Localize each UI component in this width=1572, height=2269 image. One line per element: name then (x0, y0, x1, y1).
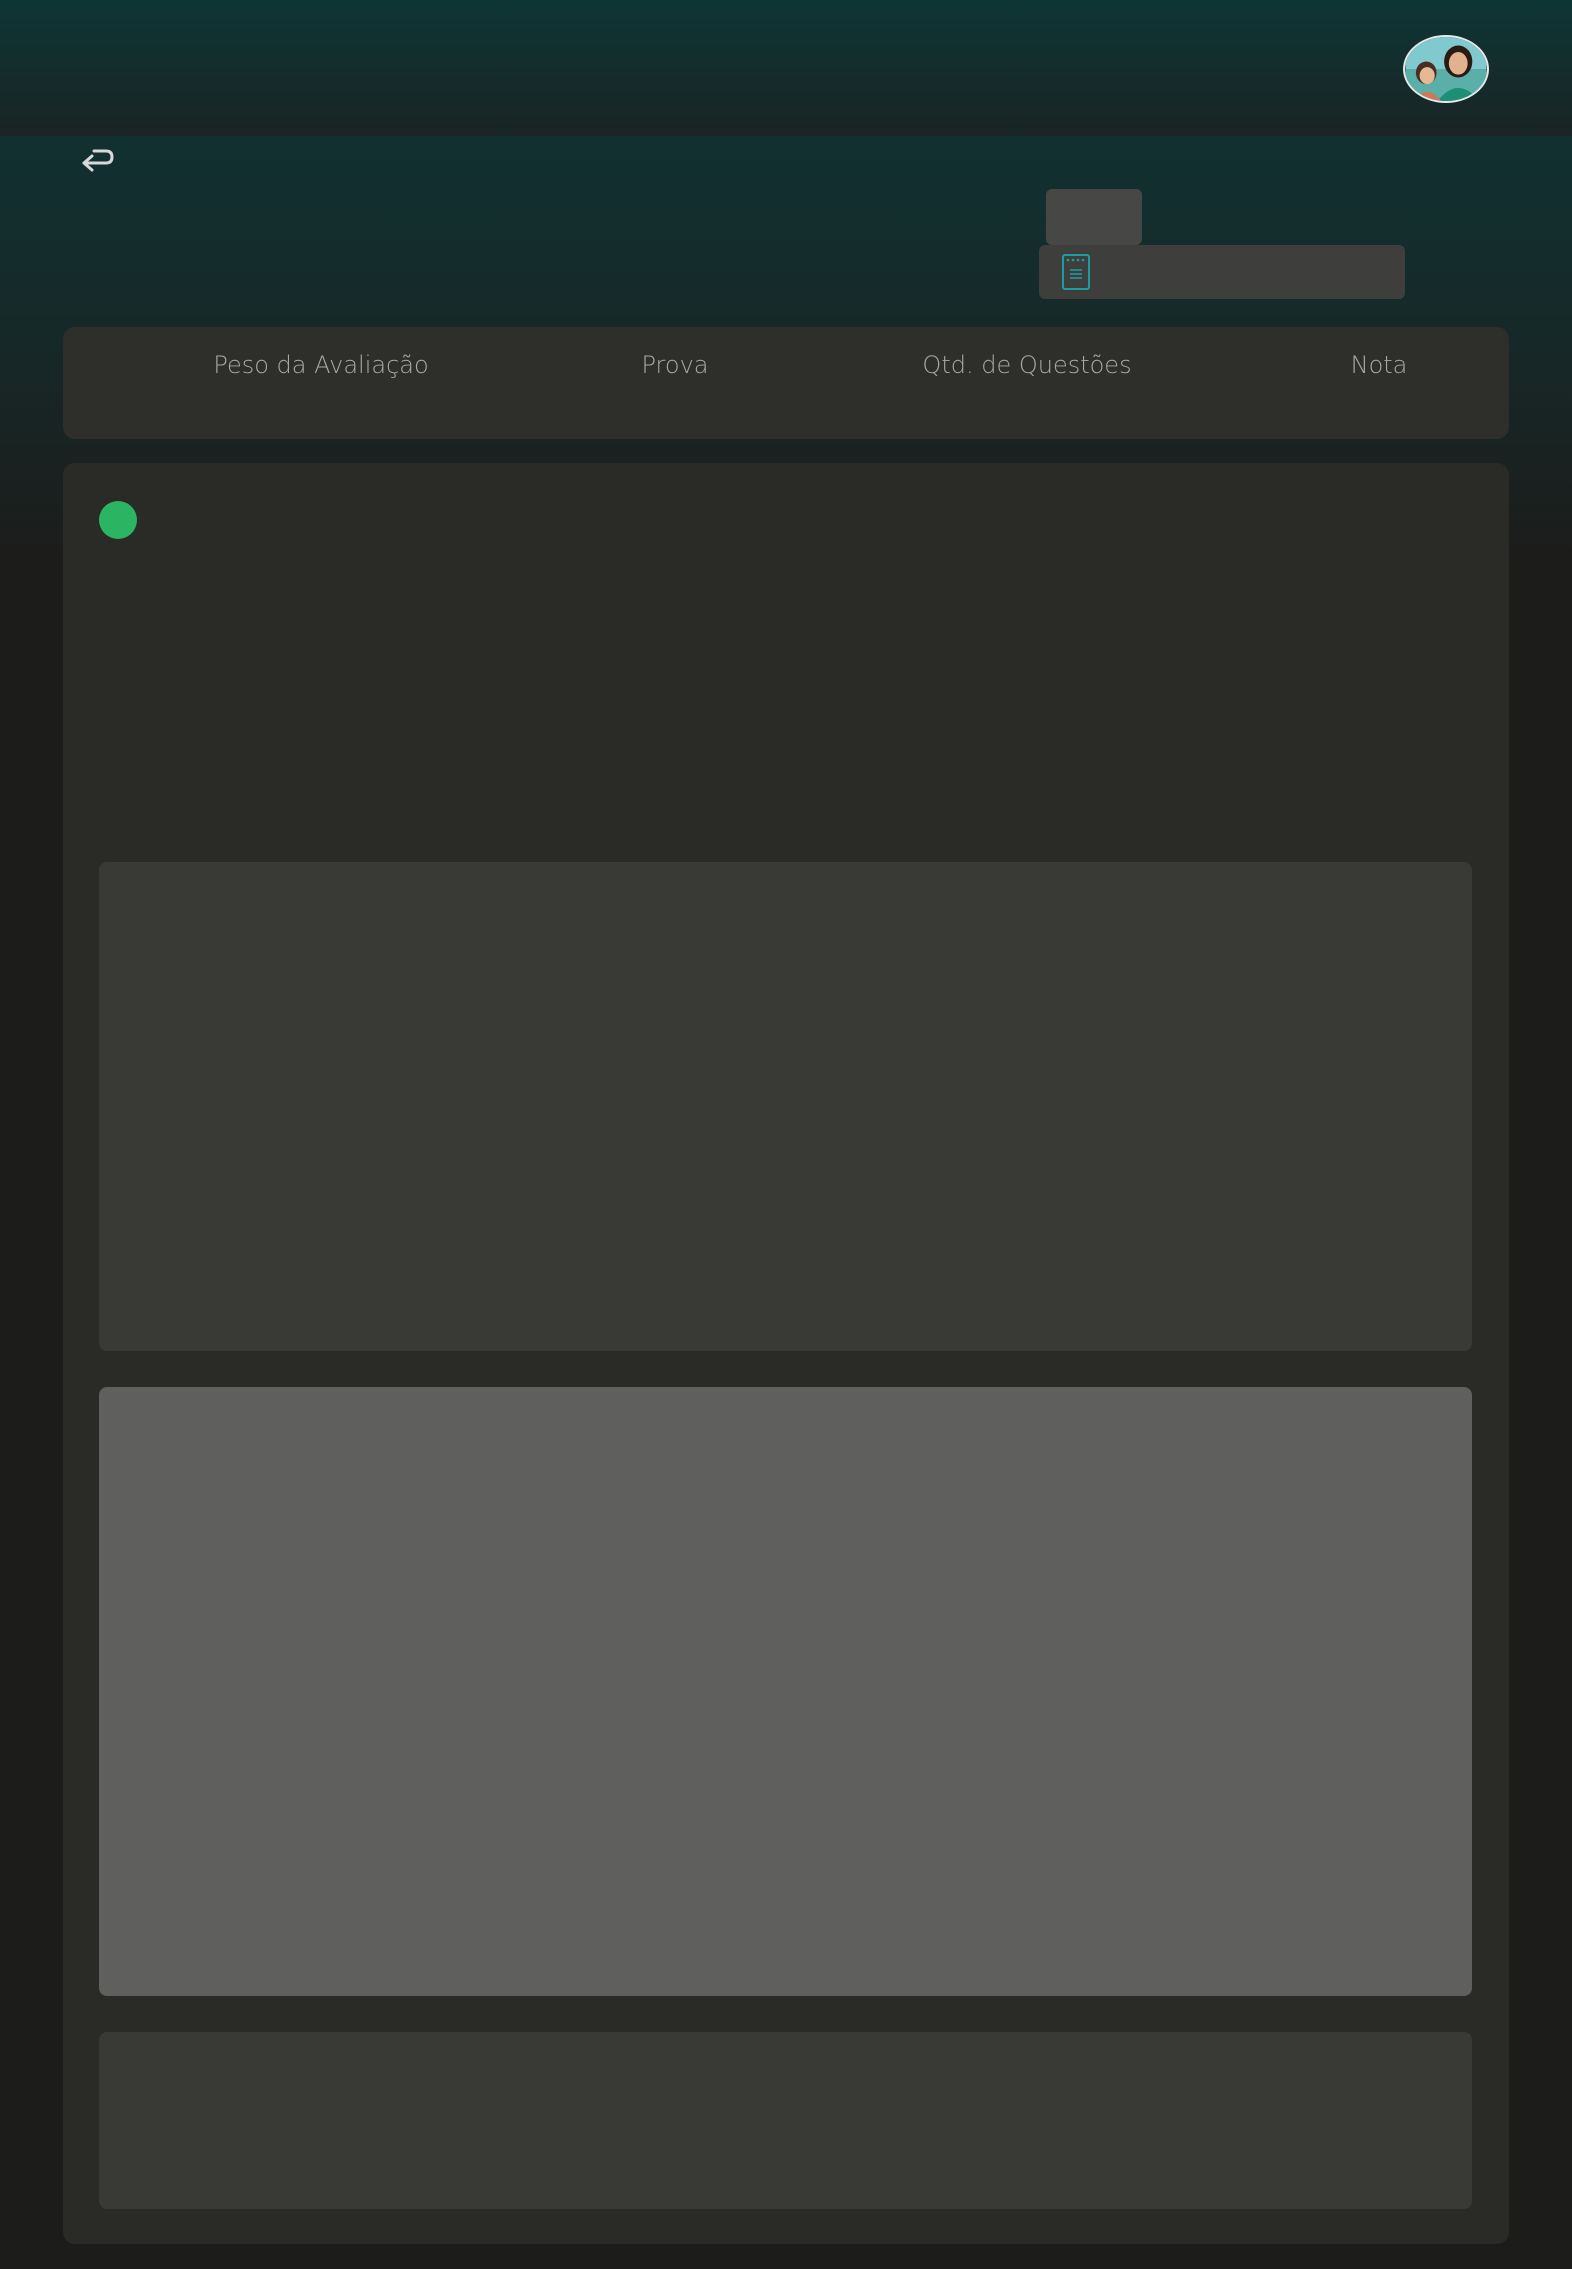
avatar-photo-icon (1405, 37, 1487, 101)
document-icon (1061, 253, 1091, 291)
filter-chip[interactable] (1046, 189, 1142, 245)
status-indicator (99, 501, 137, 539)
exam-content-card (63, 463, 1509, 2244)
footer-block-placeholder (99, 2032, 1472, 2209)
column-header-exam: Prova (641, 351, 709, 379)
column-header-weight: Peso da Avaliação (213, 351, 429, 379)
document-select[interactable] (1039, 245, 1405, 299)
top-bar (0, 0, 1572, 136)
column-header-grade: Nota (1350, 351, 1408, 379)
media-placeholder (99, 1387, 1472, 1996)
page: Peso da Avaliação Prova Qtd. de Questões… (0, 0, 1572, 2269)
column-header-question-count: Qtd. de Questões (922, 351, 1132, 379)
return-arrow-icon (82, 149, 114, 172)
content-block-placeholder (99, 862, 1472, 1351)
back-button[interactable] (78, 146, 118, 182)
user-avatar[interactable] (1403, 35, 1489, 103)
table-header: Peso da Avaliação Prova Qtd. de Questões… (63, 327, 1509, 439)
